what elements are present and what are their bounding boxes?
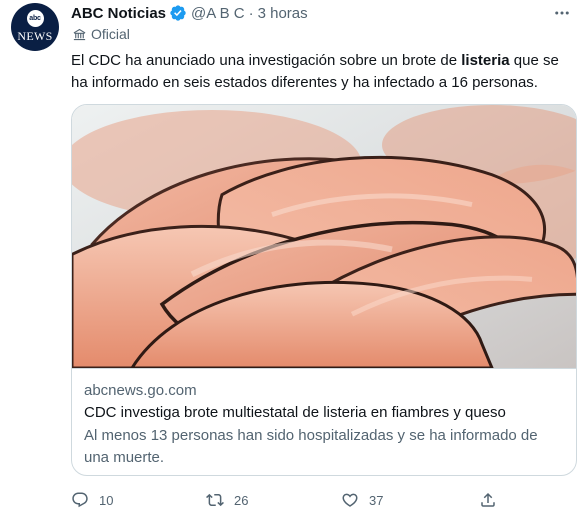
reply-count: 10 <box>99 492 114 508</box>
card-image <box>72 105 576 369</box>
reply-button[interactable]: 10 <box>63 488 113 512</box>
card-title: CDC investiga brote multiestatal de list… <box>84 404 506 421</box>
like-button[interactable]: 37 <box>333 488 383 512</box>
official-label-text: Oficial <box>91 26 130 42</box>
more-dots-icon[interactable] <box>552 3 572 23</box>
tweet-text: El CDC ha anunciado una investigación so… <box>71 50 576 94</box>
tweet-actions: 10 26 37 <box>63 488 503 512</box>
link-preview-card[interactable]: abcnews.go.com CDC investiga brote multi… <box>71 104 577 476</box>
tweet-text-part-1: El CDC ha anunciado una investigación so… <box>71 52 462 69</box>
card-domain: abcnews.go.com <box>84 382 197 399</box>
avatar-news-text: NEWS <box>17 29 53 43</box>
reply-icon <box>63 488 97 512</box>
share-button[interactable] <box>471 488 505 512</box>
official-label: Oficial <box>72 26 130 42</box>
verified-badge-icon <box>169 4 187 22</box>
card-body: abcnews.go.com CDC investiga brote multi… <box>72 369 576 469</box>
share-icon <box>471 488 505 512</box>
separator-dot: · <box>248 4 254 22</box>
government-building-icon <box>72 27 91 42</box>
tweet-timestamp[interactable]: 3 horas <box>258 5 308 22</box>
author-handle[interactable]: @A B C <box>191 5 245 22</box>
retweet-count: 26 <box>234 492 249 508</box>
card-description: Al menos 13 personas han sido hospitaliz… <box>84 427 538 466</box>
like-count: 37 <box>369 492 384 508</box>
avatar[interactable]: abc NEWS <box>11 3 59 51</box>
tweet-header: ABC Noticias @A B C · 3 horas <box>71 3 308 23</box>
author-display-name[interactable]: ABC Noticias <box>71 5 166 22</box>
retweet-icon <box>198 488 232 512</box>
avatar-abc-logo: abc <box>26 10 44 27</box>
heart-icon <box>333 488 367 512</box>
retweet-button[interactable]: 26 <box>198 488 248 512</box>
tweet-text-keyword[interactable]: listeria <box>461 52 509 69</box>
